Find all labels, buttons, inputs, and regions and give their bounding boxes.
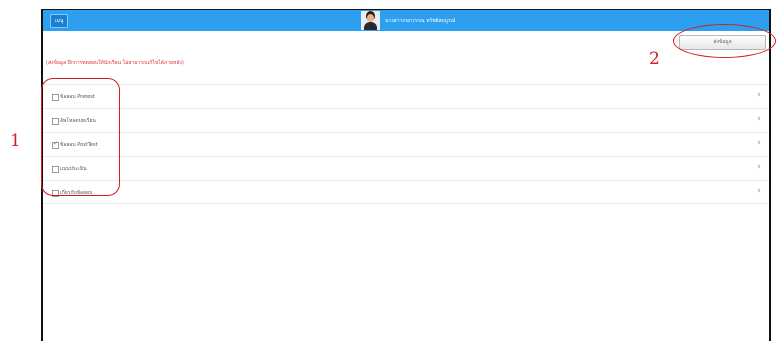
list-item[interactable]: ข้อสอบ Pretest › <box>43 84 769 108</box>
user-name: นางสาวกนกวรรณ ทรัพย์สมบูรณ์ <box>385 17 456 24</box>
chevron-right-icon: › <box>757 114 761 124</box>
list-item[interactable]: อัพโหลดบทเรียน › <box>43 108 769 132</box>
notice-text: (ส่งข้อมูล ฝึกการทดสอบให้นักเรียน ไม่สาม… <box>46 60 184 66</box>
annotation-label-2: 2 <box>649 49 660 69</box>
annotation-ellipse-2 <box>673 24 776 58</box>
list-item[interactable]: แบบประเมิน › <box>43 156 769 180</box>
menu-button[interactable]: เมนู <box>50 14 69 28</box>
list-item[interactable]: ข้อสอบ PostTest › <box>43 132 769 156</box>
list-item[interactable]: เกี่ยวกับข้อสอบ › <box>43 180 769 204</box>
avatar <box>361 11 380 30</box>
user-info: นางสาวกนกวรรณ ทรัพย์สมบูรณ์ <box>361 11 455 30</box>
chevron-right-icon: › <box>757 90 761 100</box>
app-window: เมนู นางสาวกนกวรรณ ทรัพย์สมบูรณ์ ส่งข้อม… <box>41 9 771 341</box>
chevron-right-icon: › <box>757 138 761 148</box>
menu-list: ข้อสอบ Pretest › อัพโหลดบทเรียน › ข้อสอบ… <box>43 84 769 204</box>
chevron-right-icon: › <box>757 162 761 172</box>
annotation-box-1 <box>41 78 120 196</box>
chevron-right-icon: › <box>757 186 761 196</box>
annotation-label-1: 1 <box>10 131 21 151</box>
header-bar: เมนู นางสาวกนกวรรณ ทรัพย์สมบูรณ์ <box>43 10 769 31</box>
